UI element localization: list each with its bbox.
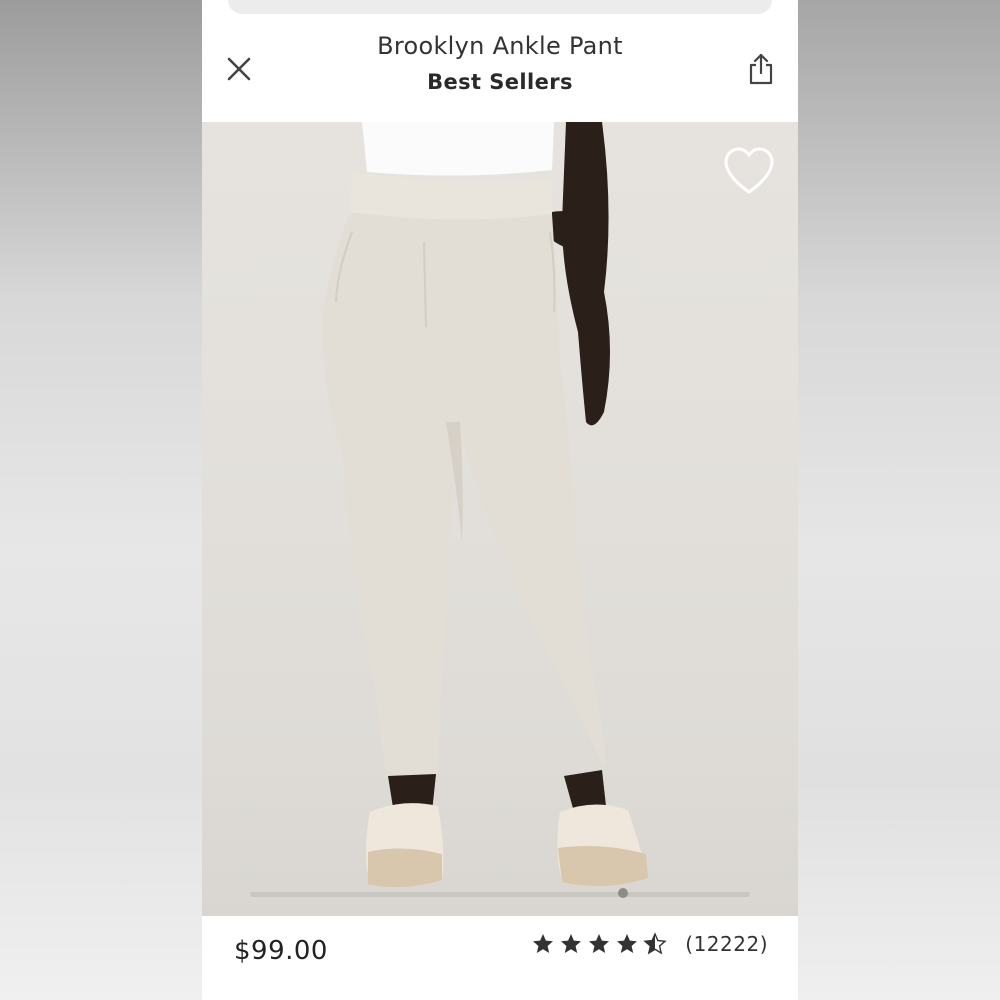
review-count: (12222): [685, 932, 768, 956]
page-title: Brooklyn Ankle Pant: [377, 32, 623, 60]
half-star-icon: [643, 932, 667, 955]
favorite-button[interactable]: [722, 146, 776, 198]
product-sheet: Brooklyn Ankle Pant Best Sellers $99.00 …: [202, 14, 798, 1000]
carousel-indicator[interactable]: [617, 888, 628, 898]
page-subtitle: Best Sellers: [427, 70, 573, 94]
share-icon: [749, 53, 773, 85]
carousel-track[interactable]: [250, 892, 750, 897]
star-icon: [561, 934, 582, 953]
product-image[interactable]: [202, 122, 798, 916]
product-photo: [322, 122, 648, 888]
background-sheet: [228, 0, 772, 14]
star-icon: [617, 934, 638, 953]
background-left: [0, 0, 202, 1000]
share-button[interactable]: [746, 52, 776, 86]
header: Brooklyn Ankle Pant Best Sellers: [202, 14, 798, 122]
rating[interactable]: (12222): [531, 932, 768, 956]
price: $99.00: [234, 936, 328, 966]
product-footer: $99.00 (12222): [202, 916, 798, 1000]
star-rating: [531, 932, 671, 956]
heart-outline-icon: [724, 147, 774, 194]
star-icon: [589, 934, 610, 953]
star-icon: [533, 934, 554, 953]
background-right: [798, 0, 1000, 1000]
